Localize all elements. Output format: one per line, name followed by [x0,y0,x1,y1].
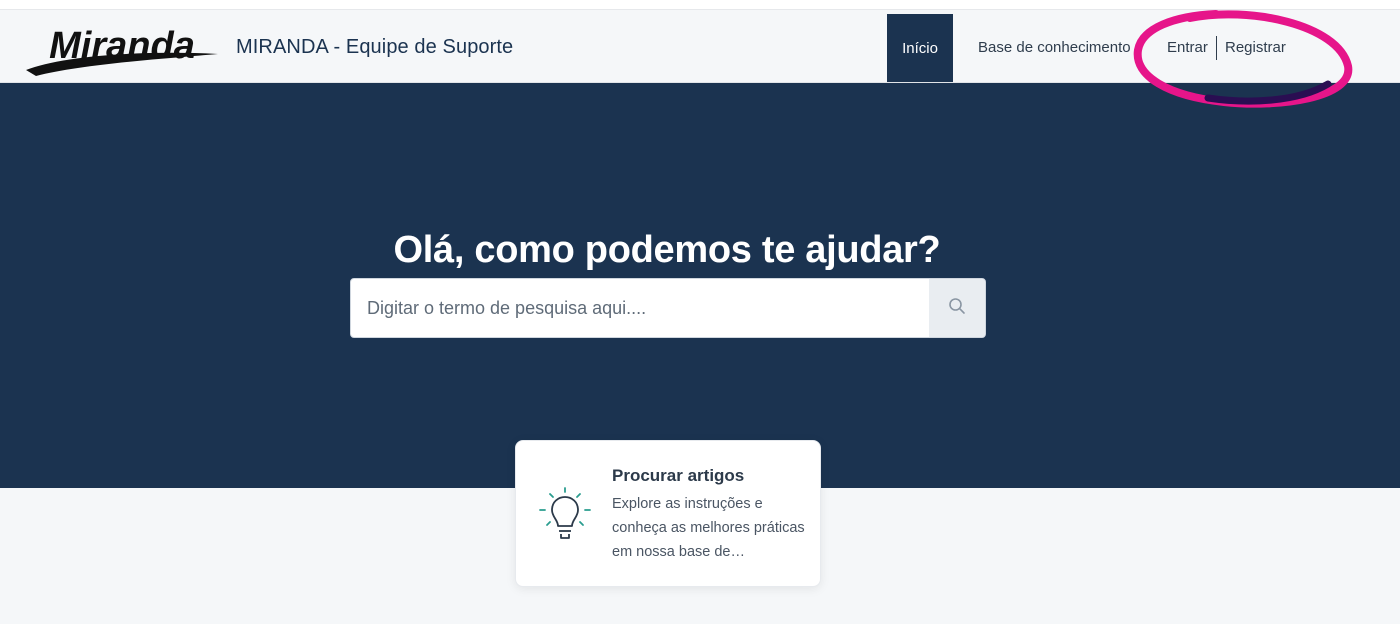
hero-heading: Olá, como podemos te ajudar? [393,229,941,271]
search-icon [948,297,966,320]
nav-knowledge-base[interactable]: Base de conhecimento [978,39,1131,56]
nav-login[interactable]: Entrar [1167,39,1208,56]
nav-register[interactable]: Registrar [1225,39,1286,56]
hero-banner: Olá, como podemos te ajudar? [0,83,1400,488]
logo-text: Miranda [49,25,195,67]
miranda-logo[interactable]: Miranda [22,20,222,76]
card-description: Explore as instruções e conheça as melho… [612,496,805,560]
browser-top-strip [0,0,1400,10]
nav-divider [1216,36,1217,60]
search-bar [350,278,986,338]
search-button[interactable] [929,279,985,337]
site-header: Miranda MIRANDA - Equipe de Suporte Iníc… [0,10,1400,83]
nav-home[interactable]: Início [887,14,953,82]
search-input[interactable] [351,279,929,337]
card-title: Procurar artigos [612,466,745,485]
browse-articles-card[interactable]: Procurar artigos Explore as instruções e… [515,440,821,587]
lightbulb-icon [538,486,592,544]
site-title: MIRANDA - Equipe de Suporte [236,36,514,58]
